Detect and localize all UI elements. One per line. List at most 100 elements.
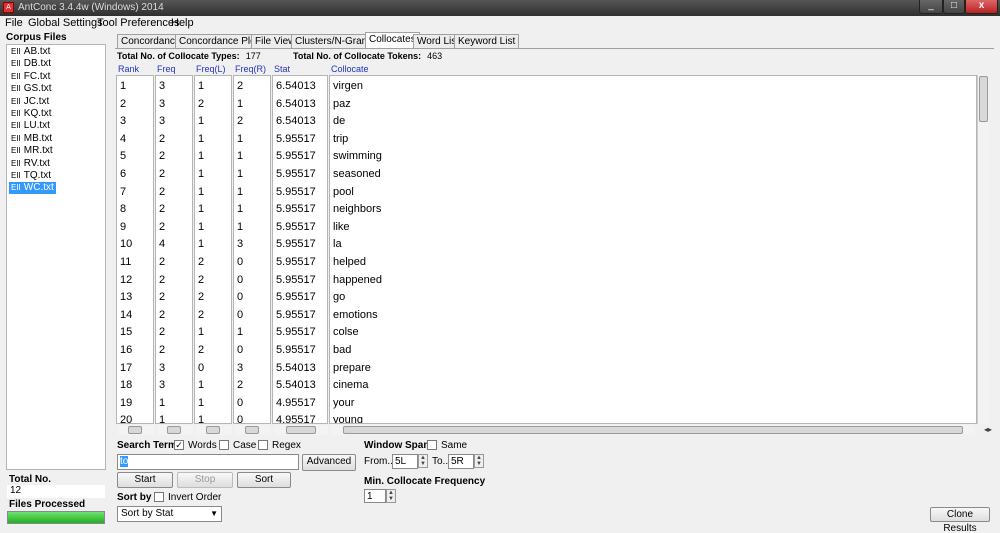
column-header-collocate[interactable]: Collocate [331,64,369,74]
freq-l-cell[interactable]: 1 [198,236,204,253]
invert-order-checkbox[interactable] [154,492,164,502]
corpus-file-item[interactable]: EII WC.txt [9,182,56,195]
regex-checkbox[interactable] [258,440,268,450]
stat-cell[interactable]: 6.54013 [276,78,316,95]
stat-cell[interactable]: 5.54013 [276,360,316,377]
collocate-cell[interactable]: pool [333,184,354,201]
freq-r-cell[interactable]: 0 [237,342,243,359]
rank-cell[interactable]: 4 [120,131,126,148]
clone-results-button[interactable]: Clone Results [930,507,990,533]
freq-l-cell[interactable]: 2 [198,272,204,289]
collocate-cell[interactable]: de [333,113,345,130]
from-input[interactable]: 5L [392,454,418,469]
freq-cell[interactable]: 2 [159,272,165,289]
corpus-file-item[interactable]: EII FC.txt [9,71,52,83]
freq-cell[interactable]: 1 [159,412,165,423]
freq-l-cell[interactable]: 2 [198,342,204,359]
rank-cell[interactable]: 10 [120,236,132,253]
freq-cell[interactable]: 2 [159,219,165,236]
freq-l-cell[interactable]: 1 [198,412,204,423]
collocate-cell[interactable]: go [333,289,345,306]
corpus-file-item[interactable]: EII KQ.txt [9,108,54,120]
freq-l-cell[interactable]: 1 [198,377,204,394]
freq-r-cell[interactable]: 1 [237,324,243,341]
corpus-file-item[interactable]: EII MR.txt [9,145,55,157]
from-spinner-icon[interactable]: ▲ ▼ [418,454,428,468]
stat-cell[interactable]: 4.95517 [276,412,316,423]
sort-by-select[interactable]: Sort by Stat ▼ [117,506,222,522]
freq-l-cell[interactable]: 1 [198,113,204,130]
rank-cell[interactable]: 8 [120,201,126,218]
freq-l-cell[interactable]: 2 [198,289,204,306]
freq-cell[interactable]: 2 [159,307,165,324]
collocate-cell[interactable]: colse [333,324,359,341]
freq-l-hscroll[interactable] [196,425,232,435]
freq-cell[interactable]: 1 [159,395,165,412]
freq-l-cell[interactable]: 1 [198,324,204,341]
freq-r-column[interactable]: 21211111130000103200 [233,75,271,424]
collocate-cell[interactable]: neighbors [333,201,381,218]
tab-collocates[interactable]: Collocates [365,32,420,48]
stat-cell[interactable]: 5.95517 [276,166,316,183]
same-checkbox[interactable] [427,440,437,450]
freq-l-cell[interactable]: 1 [198,78,204,95]
freq-r-cell[interactable]: 0 [237,412,243,423]
collocate-cell[interactable]: paz [333,96,351,113]
collocate-cell[interactable]: prepare [333,360,371,377]
corpus-file-item[interactable]: EII JC.txt [9,96,51,108]
freq-l-cell[interactable]: 0 [198,360,204,377]
freq-r-hscroll[interactable] [235,425,271,435]
freq-r-cell[interactable]: 1 [237,166,243,183]
stat-cell[interactable]: 5.95517 [276,148,316,165]
freq-r-cell[interactable]: 0 [237,307,243,324]
freq-l-cell[interactable]: 1 [198,219,204,236]
to-spinner-icon[interactable]: ▲ ▼ [474,454,484,468]
collocate-cell[interactable]: trip [333,131,348,148]
freq-l-column[interactable]: 12111111112222120111 [194,75,232,424]
maximize-button[interactable]: □ [943,0,965,14]
freq-r-cell[interactable]: 1 [237,148,243,165]
collocate-column[interactable]: virgen paz de trip swimming seasoned pool neigh… [329,75,977,424]
stat-cell[interactable]: 6.54013 [276,96,316,113]
freq-cell[interactable]: 2 [159,184,165,201]
collocate-hscroll[interactable] [331,425,975,435]
scroll-right-arrow-icon[interactable]: ◂▸ [984,425,992,434]
menu-global-settings[interactable]: Global Settings [28,17,103,29]
collocate-cell[interactable]: like [333,219,350,236]
freq-r-cell[interactable]: 0 [237,289,243,306]
stat-cell[interactable]: 5.95517 [276,219,316,236]
rank-cell[interactable]: 12 [120,272,132,289]
stat-cell[interactable]: 5.95517 [276,342,316,359]
freq-r-cell[interactable]: 2 [237,113,243,130]
rank-cell[interactable]: 20 [120,412,132,423]
rank-cell[interactable]: 11 [120,254,131,271]
sort-button[interactable]: Sort [237,472,291,488]
collocate-cell[interactable]: bad [333,342,351,359]
rank-cell[interactable]: 7 [120,184,126,201]
collocate-cell[interactable]: emotions [333,307,378,324]
stat-cell[interactable]: 5.95517 [276,236,316,253]
freq-cell[interactable]: 2 [159,131,165,148]
freq-l-cell[interactable]: 1 [198,131,204,148]
rank-cell[interactable]: 2 [120,96,126,113]
rank-column[interactable]: 1 2 3 4 5 6 7 8 9 10 11 12 13 14 15 16 17 18 19 20 [116,75,154,424]
freq-cell[interactable]: 2 [159,289,165,306]
collocate-cell[interactable]: la [333,236,342,253]
corpus-file-item[interactable]: EII DB.txt [9,58,53,70]
stat-cell[interactable]: 5.95517 [276,184,316,201]
rank-cell[interactable]: 19 [120,395,132,412]
stat-cell[interactable]: 5.95517 [276,324,316,341]
freq-column[interactable]: 33322222242222223311 [155,75,193,424]
menu-help[interactable]: Help [171,17,194,29]
freq-r-cell[interactable]: 1 [237,219,243,236]
freq-cell[interactable]: 2 [159,342,165,359]
freq-r-cell[interactable]: 1 [237,96,243,113]
stat-cell[interactable]: 5.95517 [276,131,316,148]
to-input[interactable]: 5R [448,454,474,469]
corpus-file-item[interactable]: EII LU.txt [9,120,52,132]
freq-cell[interactable]: 3 [159,377,165,394]
min-frequency-input[interactable]: 1 [364,489,386,503]
collocate-cell[interactable]: your [333,395,354,412]
tab-keyword-list[interactable]: Keyword List [454,34,520,48]
stat-cell[interactable]: 5.54013 [276,377,316,394]
